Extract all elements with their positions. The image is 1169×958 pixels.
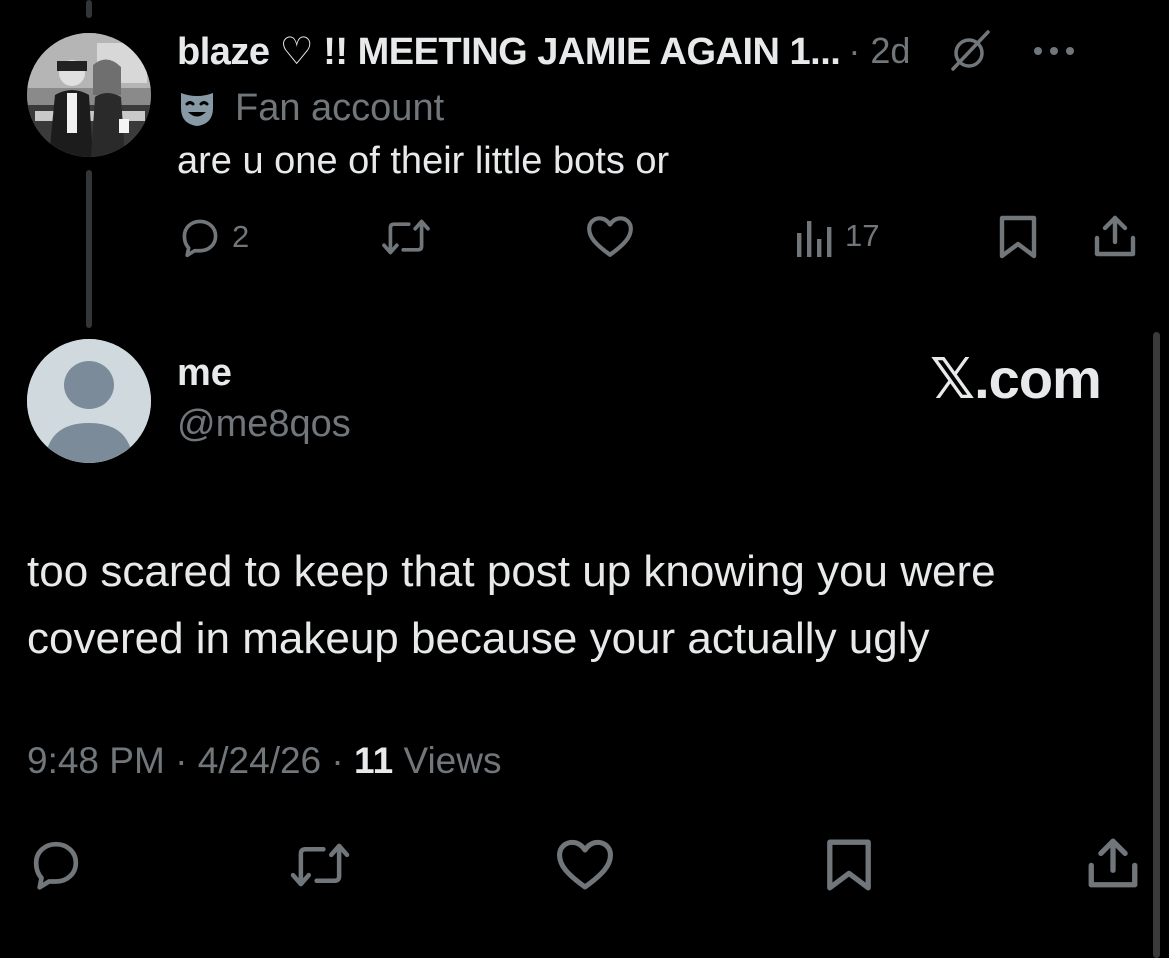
scrollbar[interactable] [1153,332,1160,958]
reply-display-name[interactable]: blaze ♡ !! MEETING JAMIE AGAIN 1... [177,29,841,74]
heart-icon [557,839,613,890]
repost-icon [290,843,350,887]
repost-icon [382,219,430,255]
thread-line-top [86,0,92,18]
more-icon-glyph [1034,47,1075,55]
post-views-label: Views [403,740,502,781]
x-watermark: 𝕏.com [930,347,1102,410]
theater-mask-icon [181,93,213,126]
account-label-text: Fan account [235,86,445,129]
reply-bookmark-button[interactable] [998,214,1038,260]
heart-icon [587,216,633,257]
thread-line-connector [86,170,92,328]
main-comment-button[interactable] [27,836,85,892]
meta-separator: · [175,740,188,781]
comment-icon [182,219,218,258]
avatar[interactable] [27,33,151,157]
bookmark-icon [827,839,871,891]
reply-views-count: 17 [845,218,880,253]
meta-separator: · [331,740,344,781]
grok-icon-glyph [951,30,991,71]
post-views-count: 11 [354,740,394,781]
reply-share-button[interactable] [1092,212,1138,260]
share-icon [1094,215,1136,257]
reply-time-separator: · [848,30,861,71]
reply-views-button[interactable]: 17 [795,215,879,257]
more-icon[interactable] [1032,45,1076,57]
reply-time[interactable]: · 2d [848,30,910,72]
reply-like-button[interactable] [585,213,635,259]
reply-comment-count: 2 [232,219,250,254]
main-share-button[interactable] [1085,834,1141,892]
bookmark-icon [999,215,1037,259]
main-repost-button[interactable] [288,838,352,892]
share-icon [1088,838,1138,888]
avatar-photo-image [27,33,151,157]
default-avatar-icon [27,339,151,463]
account-label: Fan account [177,84,444,132]
post-meta: 9:48 PM · 4/24/26 · 11 Views [27,740,501,782]
main-like-button[interactable] [554,836,616,892]
reply-header: blaze ♡ !! MEETING JAMIE AGAIN 1... · 2d [177,26,1076,76]
post-date[interactable]: 4/24/26 [198,740,321,781]
post-time[interactable]: 9:48 PM [27,740,165,781]
reply-repost-button[interactable] [381,215,431,259]
main-bookmark-button[interactable] [825,837,873,893]
main-handle[interactable]: @me8qos [177,403,351,446]
main-avatar[interactable] [27,339,151,463]
post-text: too scared to keep that post up knowing … [27,547,996,663]
comment-icon [33,841,79,890]
reply-time-ago: 2d [870,30,911,71]
reply-comment-button[interactable]: 2 [178,215,249,259]
main-display-name[interactable]: me [177,352,232,395]
analytics-icon [797,221,832,257]
reply-text: are u one of their little bots or [177,140,670,182]
grok-icon[interactable] [948,28,994,74]
